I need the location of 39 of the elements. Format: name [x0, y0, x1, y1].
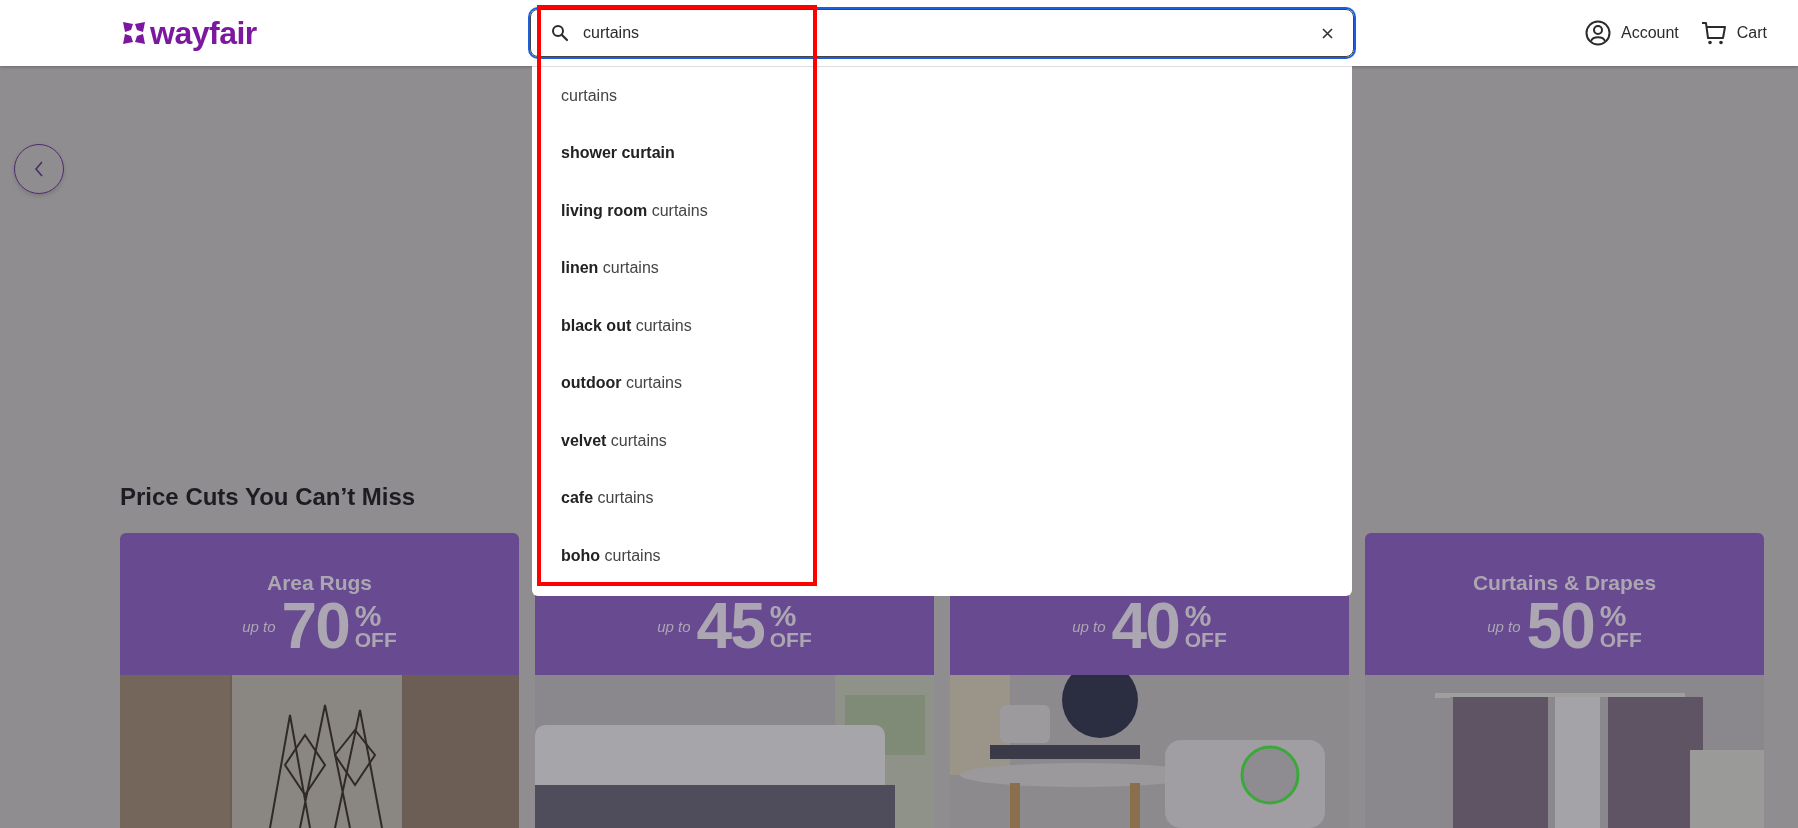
off-label: OFF: [1184, 630, 1227, 651]
chevron-left-icon: [34, 161, 44, 177]
discount-prefix: up to: [657, 617, 691, 635]
close-icon: [1322, 27, 1333, 39]
category-title: Area Rugs: [267, 571, 372, 595]
account-link[interactable]: Account: [1620, 24, 1679, 42]
percent-sign: %: [769, 601, 798, 631]
search-icon: [551, 24, 569, 42]
percent-sign: %: [1599, 601, 1628, 631]
discount-prefix: up to: [1487, 617, 1521, 635]
cart-link[interactable]: Cart: [1736, 24, 1767, 42]
logo-text[interactable]: wayfair: [150, 14, 257, 52]
discount-amount: 50: [1526, 595, 1594, 657]
off-label: OFF: [354, 630, 397, 651]
category-title: Curtains & Drapes: [1472, 571, 1657, 595]
discount-amount: 70: [281, 595, 349, 657]
search-bar[interactable]: curtains: [530, 9, 1354, 57]
suggestion-item[interactable]: shower curtain: [532, 124, 675, 182]
discount-amount: 45: [696, 595, 764, 657]
discount-prefix: up to: [1072, 617, 1106, 635]
off-label: OFF: [769, 630, 812, 651]
discount-amount: 40: [1111, 595, 1179, 657]
account-icon[interactable]: [1584, 20, 1611, 46]
off-label: OFF: [1599, 630, 1642, 651]
search-field[interactable]: curtains: [583, 24, 1304, 42]
suggestion-item[interactable]: living room curtains: [532, 182, 708, 240]
cart-icon[interactable]: [1700, 20, 1727, 46]
percent-sign: %: [354, 601, 383, 631]
percent-sign: %: [1184, 601, 1213, 631]
section-title: Price Cuts You Can’t Miss: [120, 482, 416, 512]
suggestion-item[interactable]: linen curtains: [532, 239, 659, 297]
suggestion-item[interactable]: black out curtains: [532, 297, 692, 355]
suggestion-item[interactable]: velvet curtains: [532, 412, 667, 470]
logo-icon[interactable]: [120, 19, 148, 47]
discount-prefix: up to: [242, 617, 276, 635]
suggestion-item[interactable]: outdoor curtains: [532, 354, 682, 412]
suggestion-item[interactable]: curtains: [532, 67, 618, 125]
suggestion-item[interactable]: cafe curtains: [532, 469, 654, 527]
previous-button[interactable]: [14, 144, 64, 194]
